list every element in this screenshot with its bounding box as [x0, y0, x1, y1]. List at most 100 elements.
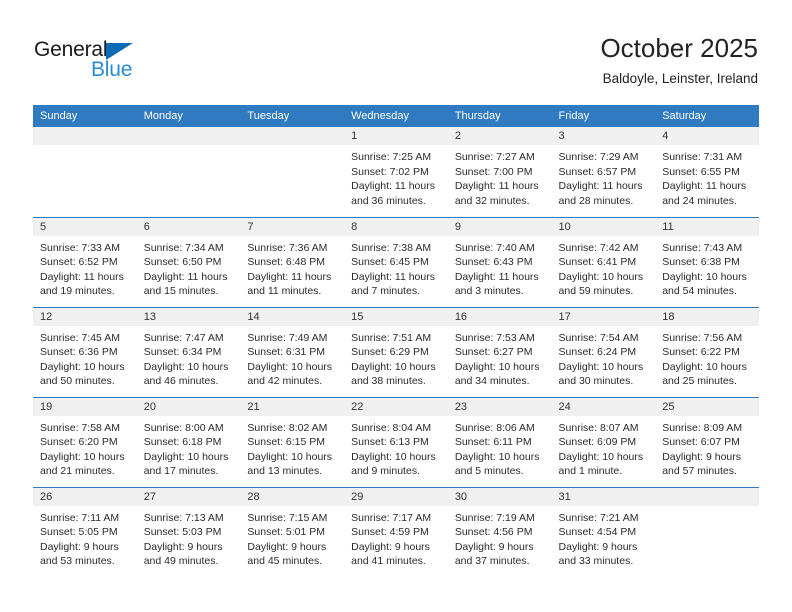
- daylight-duration: Daylight: 11 hours: [662, 180, 747, 192]
- daylight-duration: Daylight: 11 hours: [351, 180, 435, 192]
- day-details: Sunrise: 7:36 AM Sunset: 6:48 PM Daylight:…: [240, 236, 344, 299]
- day-number: 3: [551, 127, 656, 145]
- daylight-duration-cont: and 36 minutes.: [351, 194, 426, 207]
- calendar-day-cell[interactable]: 21 Sunrise: 8:02 AM Sunset: 6:15 PM Dayligh…: [240, 397, 345, 488]
- daylight-duration-cont: and 57 minutes.: [662, 465, 737, 477]
- sunset-time: Sunset: 6:43 PM: [454, 256, 533, 268]
- sunrise-time: Sunrise: 7:11 AM: [40, 511, 120, 524]
- calendar-day-cell[interactable]: 5 Sunrise: 7:33 AM Sunset: 6:52 PM Daylight…: [33, 217, 137, 308]
- daylight-duration-cont: and 7 minutes.: [351, 285, 420, 297]
- calendar-day-cell[interactable]: 25 Sunrise: 8:09 AM Sunset: 6:07 PM Dayligh…: [655, 397, 759, 488]
- daylight-duration: Daylight: 9 hours: [40, 540, 119, 553]
- day-number: 4: [655, 127, 759, 145]
- day-number: [136, 127, 241, 145]
- day-details: Sunrise: 7:47 AM Sunset: 6:34 PM Daylight:…: [137, 326, 241, 389]
- sunset-time: Sunset: 6:41 PM: [558, 256, 637, 268]
- daylight-duration-cont: and 1 minute.: [558, 465, 623, 477]
- daylight-duration-cont: and 49 minutes.: [143, 555, 219, 567]
- calendar-day-cell[interactable]: 24 Sunrise: 8:07 AM Sunset: 6:09 PM Dayligh…: [551, 397, 656, 488]
- day-number: 5: [33, 217, 137, 236]
- sunrise-time: Sunrise: 8:09 AM: [662, 421, 743, 434]
- calendar-day-cell-empty: [655, 487, 759, 577]
- daylight-duration: Daylight: 9 hours: [662, 450, 742, 463]
- calendar-day-cell[interactable]: 29 Sunrise: 7:17 AM Sunset: 4:59 PM Dayligh…: [344, 487, 448, 577]
- calendar-day-cell[interactable]: 2 Sunrise: 7:27 AM Sunset: 7:00 PM Daylight…: [447, 127, 552, 218]
- calendar-day-cell[interactable]: 20 Sunrise: 8:00 AM Sunset: 6:18 PM Dayligh…: [136, 397, 241, 488]
- day-number: [33, 127, 137, 145]
- calendar-day-cell[interactable]: 22 Sunrise: 8:04 AM Sunset: 6:13 PM Dayligh…: [344, 397, 448, 488]
- sunrise-time: Sunrise: 7:36 AM: [247, 241, 328, 254]
- daylight-duration-cont: and 15 minutes.: [143, 285, 219, 297]
- calendar-day-cell[interactable]: 15 Sunrise: 7:51 AM Sunset: 6:29 PM Dayligh…: [344, 307, 448, 398]
- day-number: 12: [33, 307, 137, 326]
- day-number: 28: [240, 487, 345, 506]
- calendar-day-cell[interactable]: 6 Sunrise: 7:34 AM Sunset: 6:50 PM Daylight…: [136, 217, 241, 308]
- sunset-time: Sunset: 6:48 PM: [247, 256, 326, 268]
- sunset-time: Sunset: 6:29 PM: [351, 346, 429, 358]
- sunrise-time: Sunrise: 7:53 AM: [454, 331, 535, 344]
- day-details: Sunrise: 7:54 AM Sunset: 6:24 PM Daylight:…: [552, 326, 656, 389]
- calendar-day-cell[interactable]: 14 Sunrise: 7:49 AM Sunset: 6:31 PM Dayligh…: [240, 307, 345, 398]
- daylight-duration: Daylight: 10 hours: [351, 450, 436, 463]
- sunrise-time: Sunrise: 7:38 AM: [351, 241, 432, 254]
- sunrise-time: Sunrise: 7:27 AM: [454, 151, 535, 163]
- calendar-day-cell[interactable]: 4 Sunrise: 7:31 AM Sunset: 6:55 PM Daylight…: [655, 127, 759, 218]
- calendar-day-cell[interactable]: 26 Sunrise: 7:11 AM Sunset: 5:05 PM Dayligh…: [33, 487, 137, 577]
- day-details: Sunrise: 7:13 AM Sunset: 5:03 PM Daylight:…: [137, 506, 241, 569]
- calendar-day-cell[interactable]: 27 Sunrise: 7:13 AM Sunset: 5:03 PM Dayligh…: [136, 487, 241, 577]
- calendar-day-cell[interactable]: 18 Sunrise: 7:56 AM Sunset: 6:22 PM Dayligh…: [655, 307, 759, 398]
- calendar-day-cell-empty: [136, 127, 241, 218]
- daylight-duration-cont: and 17 minutes.: [143, 465, 219, 477]
- daylight-duration-cont: and 24 minutes.: [662, 194, 737, 207]
- daylight-duration: Daylight: 9 hours: [247, 540, 327, 553]
- calendar-day-cell[interactable]: 19 Sunrise: 7:58 AM Sunset: 6:20 PM Dayligh…: [33, 397, 137, 488]
- calendar-day-cell-empty: [240, 127, 345, 218]
- daylight-duration: Daylight: 10 hours: [351, 360, 436, 373]
- calendar-day-cell[interactable]: 17 Sunrise: 7:54 AM Sunset: 6:24 PM Dayligh…: [551, 307, 656, 398]
- sunset-time: Sunset: 4:56 PM: [454, 526, 533, 538]
- day-details: Sunrise: 8:06 AM Sunset: 6:11 PM Daylight:…: [448, 416, 552, 479]
- day-details: Sunrise: 7:31 AM Sunset: 6:55 PM Daylight:…: [655, 145, 759, 208]
- calendar-day-cell[interactable]: 3 Sunrise: 7:29 AM Sunset: 6:57 PM Daylight…: [551, 127, 656, 218]
- calendar-day-cell[interactable]: 30 Sunrise: 7:19 AM Sunset: 4:56 PM Dayligh…: [447, 487, 552, 577]
- sunset-time: Sunset: 4:54 PM: [558, 526, 637, 538]
- sunset-time: Sunset: 6:57 PM: [558, 165, 637, 178]
- calendar-week-row: 1 Sunrise: 7:25 AM Sunset: 7:02 PM Daylight…: [33, 127, 759, 218]
- daylight-duration-cont: and 54 minutes.: [662, 285, 737, 297]
- daylight-duration-cont: and 34 minutes.: [454, 375, 530, 387]
- calendar-day-cell[interactable]: 16 Sunrise: 7:53 AM Sunset: 6:27 PM Dayligh…: [447, 307, 552, 398]
- day-number: 25: [655, 397, 759, 416]
- calendar-day-cell[interactable]: 7 Sunrise: 7:36 AM Sunset: 6:48 PM Daylight…: [240, 217, 345, 308]
- sunset-time: Sunset: 5:03 PM: [143, 526, 222, 538]
- calendar-day-cell[interactable]: 13 Sunrise: 7:47 AM Sunset: 6:34 PM Dayligh…: [136, 307, 241, 398]
- daylight-duration-cont: and 5 minutes.: [454, 465, 524, 477]
- calendar-day-cell[interactable]: 28 Sunrise: 7:15 AM Sunset: 5:01 PM Dayligh…: [240, 487, 345, 577]
- daylight-duration-cont: and 53 minutes.: [40, 555, 115, 567]
- day-number: 29: [344, 487, 448, 506]
- day-details: Sunrise: 7:15 AM Sunset: 5:01 PM Daylight:…: [240, 506, 344, 569]
- sunrise-time: Sunrise: 7:43 AM: [662, 241, 743, 254]
- sunset-time: Sunset: 6:55 PM: [662, 165, 740, 178]
- daylight-duration: Daylight: 10 hours: [662, 360, 747, 373]
- calendar-day-cell[interactable]: 9 Sunrise: 7:40 AM Sunset: 6:43 PM Daylight…: [447, 217, 552, 308]
- day-details: Sunrise: 7:33 AM Sunset: 6:52 PM Daylight:…: [33, 236, 137, 299]
- daylight-duration: Daylight: 10 hours: [558, 450, 644, 463]
- day-number: 9: [447, 217, 552, 236]
- day-number: 8: [344, 217, 448, 236]
- calendar-day-cell[interactable]: 31 Sunrise: 7:21 AM Sunset: 4:54 PM Dayligh…: [551, 487, 656, 577]
- calendar-day-cell[interactable]: 10 Sunrise: 7:42 AM Sunset: 6:41 PM Dayligh…: [551, 217, 656, 308]
- day-number: 24: [551, 397, 656, 416]
- calendar-day-cell[interactable]: 11 Sunrise: 7:43 AM Sunset: 6:38 PM Dayligh…: [655, 217, 759, 308]
- sunset-time: Sunset: 6:36 PM: [40, 346, 118, 358]
- day-details: Sunrise: 7:25 AM Sunset: 7:02 PM Daylight:…: [344, 145, 448, 208]
- calendar-day-cell[interactable]: 12 Sunrise: 7:45 AM Sunset: 6:36 PM Dayligh…: [33, 307, 137, 398]
- calendar-day-cell[interactable]: 1 Sunrise: 7:25 AM Sunset: 7:02 PM Daylight…: [344, 127, 448, 218]
- calendar-day-cell[interactable]: 8 Sunrise: 7:38 AM Sunset: 6:45 PM Daylight…: [344, 217, 448, 308]
- calendar-day-cell[interactable]: 23 Sunrise: 8:06 AM Sunset: 6:11 PM Dayligh…: [447, 397, 552, 488]
- page-subtitle: Baldoyle, Leinster, Ireland: [602, 71, 758, 86]
- day-details: Sunrise: 7:42 AM Sunset: 6:41 PM Daylight:…: [552, 236, 656, 299]
- day-details: Sunrise: 7:17 AM Sunset: 4:59 PM Daylight:…: [344, 506, 448, 569]
- calendar-week-row: 26 Sunrise: 7:11 AM Sunset: 5:05 PM Dayligh…: [33, 487, 759, 577]
- day-number: [655, 487, 759, 506]
- brand-logo[interactable]: General Blue: [34, 38, 184, 86]
